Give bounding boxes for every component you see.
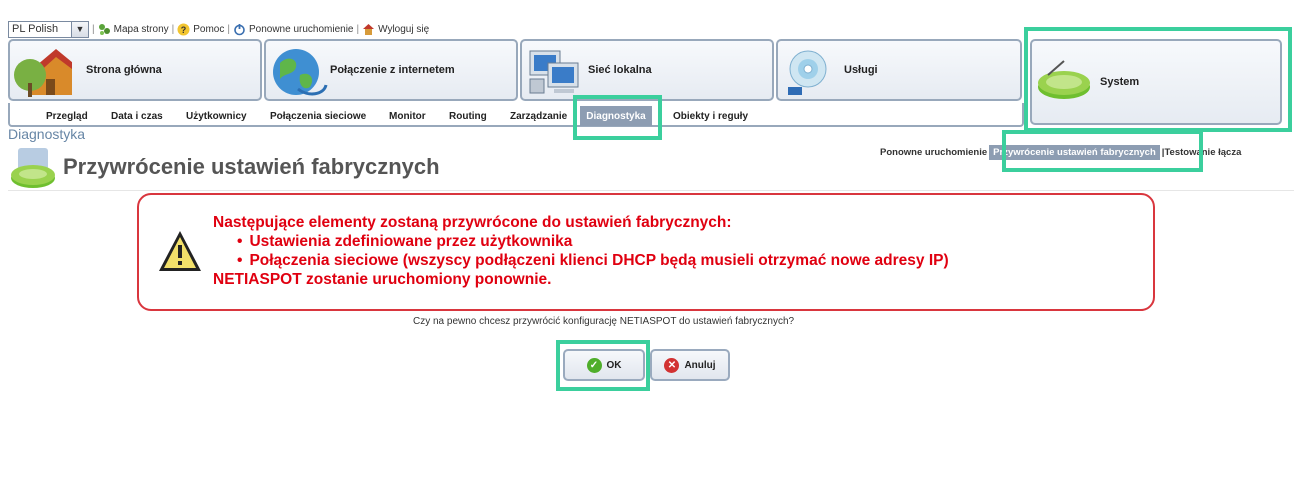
computers-icon xyxy=(529,50,579,94)
subnav-users[interactable]: Użytkownicy xyxy=(186,111,247,122)
ok-label: OK xyxy=(606,359,622,371)
tab-system[interactable]: System xyxy=(1030,39,1282,125)
breadcrumb-restart[interactable]: Ponowne uruchomienie xyxy=(880,147,987,158)
subnav-objects-rules[interactable]: Obiekty i reguły xyxy=(673,111,748,122)
warning-box: Następujące elementy zostaną przywrócone… xyxy=(137,193,1155,311)
help-link[interactable]: ? Pomoc xyxy=(177,23,224,36)
sub-navigation: Przegląd Data i czas Użytkownicy Połącze… xyxy=(8,103,1024,127)
chevron-down-icon[interactable]: ▼ xyxy=(71,21,88,37)
warning-bullet: Połączenia sieciowe (wszyscy podłączeni … xyxy=(213,251,948,270)
section-title: Diagnostyka xyxy=(8,126,86,142)
cancel-label: Anuluj xyxy=(684,359,716,371)
close-icon: ✕ xyxy=(664,357,680,373)
top-bar: PL Polish ▼ | Mapa strony | ? Pomoc | Po… xyxy=(8,20,429,38)
warning-line: Następujące elementy zostaną przywrócone… xyxy=(213,214,732,231)
warning-message: Następujące elementy zostaną przywrócone… xyxy=(213,213,949,289)
tab-services-label: Usługi xyxy=(844,64,878,76)
tab-home[interactable]: Strona główna xyxy=(8,39,262,101)
language-value: PL Polish xyxy=(12,23,59,35)
tab-services[interactable]: Usługi xyxy=(776,39,1022,101)
warning-icon xyxy=(159,231,201,271)
warning-line: NETIASPOT zostanie uruchomiony ponownie. xyxy=(213,271,552,288)
subnav-monitor[interactable]: Monitor xyxy=(389,111,426,122)
check-icon: ✓ xyxy=(586,357,602,373)
svg-text:?: ? xyxy=(181,25,187,35)
tab-system-label: System xyxy=(1100,76,1140,88)
logout-link[interactable]: Wyloguj się xyxy=(362,23,429,36)
warning-bullet: Ustawienia zdefiniowane przez użytkownik… xyxy=(213,232,949,251)
tab-internet-label: Połączenie z internetem xyxy=(330,64,455,76)
divider xyxy=(8,190,1294,191)
language-select[interactable]: PL Polish ▼ xyxy=(8,20,89,38)
subnav-date-time[interactable]: Data i czas xyxy=(111,111,163,122)
subnav-network-connections[interactable]: Połączenia sieciowe xyxy=(270,111,366,122)
site-map-link[interactable]: Mapa strony xyxy=(98,23,169,36)
tab-home-label: Strona główna xyxy=(86,64,162,76)
services-icon xyxy=(788,50,827,95)
logout-house-icon xyxy=(363,23,375,35)
system-router-icon xyxy=(1038,60,1090,99)
power-icon xyxy=(234,23,245,35)
site-map-icon xyxy=(98,23,110,35)
system-router-icon xyxy=(11,148,55,188)
subnav-routing[interactable]: Routing xyxy=(449,111,487,122)
ok-button[interactable]: ✓ OK xyxy=(563,349,645,381)
cancel-button[interactable]: ✕ Anuluj xyxy=(650,349,730,381)
breadcrumb: Ponowne uruchomienie Przywrócenie ustawi… xyxy=(880,144,1242,160)
tab-internet[interactable]: Połączenie z internetem xyxy=(264,39,518,101)
page-title: Przywrócenie ustawień fabrycznych xyxy=(63,154,440,179)
subnav-overview[interactable]: Przegląd xyxy=(46,111,88,122)
breadcrumb-factory-reset[interactable]: Przywrócenie ustawień fabrycznych xyxy=(989,144,1160,160)
tab-local-network[interactable]: Sieć lokalna xyxy=(520,39,774,101)
subnav-management[interactable]: Zarządzanie xyxy=(510,111,567,122)
help-icon: ? xyxy=(177,23,190,35)
restart-link[interactable]: Ponowne uruchomienie xyxy=(233,23,354,36)
tab-local-network-label: Sieć lokalna xyxy=(588,64,652,76)
confirm-question: Czy na pewno chcesz przywrócić konfigura… xyxy=(413,316,795,327)
subnav-diagnostics[interactable]: Diagnostyka xyxy=(580,106,652,126)
globe-icon xyxy=(273,49,328,96)
home-icon xyxy=(14,49,72,97)
breadcrumb-line-test[interactable]: Testowanie łącza xyxy=(1164,147,1241,158)
